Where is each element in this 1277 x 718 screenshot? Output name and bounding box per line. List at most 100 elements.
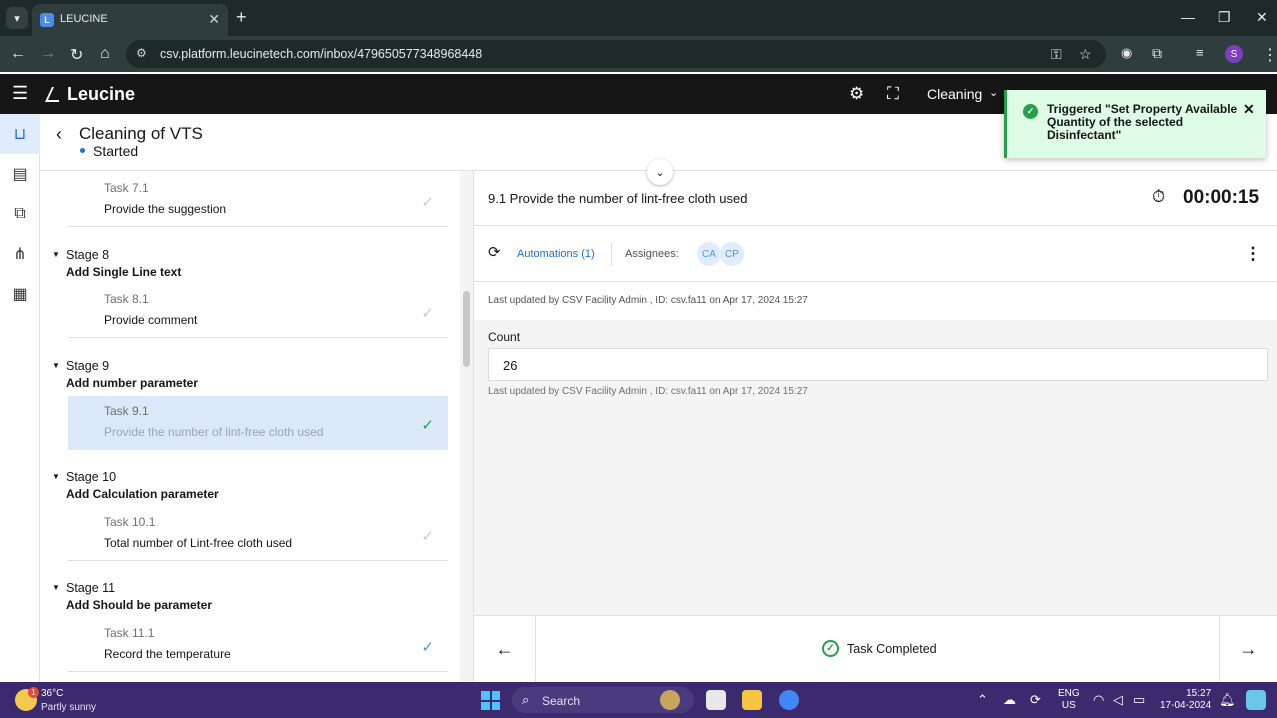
- task-item-8-1[interactable]: Task 8.1 Provide comment ✓: [68, 284, 448, 338]
- qr-scan-icon[interactable]: ⛶: [887, 84, 899, 104]
- leucine-favicon-icon: L: [40, 13, 54, 27]
- sync-icon[interactable]: ⟳: [1030, 692, 1041, 708]
- show-hidden-icons-chevron-icon[interactable]: ⌃: [977, 692, 988, 708]
- stage-header-9[interactable]: ▼ Stage 9 Add number parameter: [52, 359, 198, 390]
- password-key-icon[interactable]: ⚿: [1051, 46, 1062, 63]
- assignee-avatar[interactable]: CP: [720, 242, 744, 266]
- site-info-icon[interactable]: ⚙: [136, 46, 147, 60]
- stage-name: Stage 9: [66, 359, 110, 373]
- scrollbar-thumb[interactable]: [463, 291, 470, 367]
- camera-extension-icon[interactable]: ◉: [1121, 45, 1132, 61]
- calculator-icon[interactable]: ▦: [0, 274, 40, 314]
- task-name: Provide the suggestion: [104, 202, 227, 216]
- tab-search-icon[interactable]: ▾: [6, 7, 28, 29]
- weather-description: Partly sunny: [41, 702, 97, 713]
- stage-header-10[interactable]: ▼ Stage 10 Add Calculation parameter: [52, 470, 219, 501]
- left-nav-rail: ⊔ ▤ ⧉ ⋔ ▦: [0, 114, 40, 682]
- task-name: Provide comment: [104, 313, 198, 327]
- automations-link[interactable]: Automations (1): [517, 248, 595, 260]
- language-code: ENG: [1058, 688, 1080, 699]
- weather-temperature: 36°C: [41, 688, 64, 699]
- stage-list-scrollbar[interactable]: [460, 171, 474, 682]
- stage-title: Add Should be parameter: [66, 598, 213, 612]
- task-number: Task 8.1: [104, 292, 149, 306]
- media-control-icon[interactable]: ≡: [1196, 45, 1204, 60]
- stage-header-11[interactable]: ▼ Stage 11 Add Should be parameter: [52, 581, 213, 612]
- clock-date: 17-04-2024: [1160, 700, 1212, 711]
- back-arrow-icon[interactable]: ‹: [56, 124, 62, 145]
- checklist-icon[interactable]: ▤: [0, 154, 40, 194]
- hamburger-menu-icon[interactable]: ☰: [12, 83, 28, 104]
- file-explorer-window-icon[interactable]: [706, 690, 726, 710]
- stage-name: Stage 10: [66, 470, 117, 484]
- new-tab-icon[interactable]: +: [236, 7, 247, 28]
- task-item-7-1[interactable]: Task 7.1 Provide the suggestion ✓: [68, 173, 448, 227]
- status-dot: [80, 148, 85, 153]
- check-icon: ✓: [421, 417, 434, 434]
- check-icon: ✓: [421, 528, 434, 545]
- task-number: Task 9.1: [104, 404, 149, 418]
- chevron-down-icon[interactable]: ⌄: [989, 86, 998, 99]
- check-circle-icon: ✓: [822, 640, 839, 657]
- task-item-9-1[interactable]: Task 9.1 Provide the number of lint-free…: [68, 396, 448, 450]
- volume-icon[interactable]: ◁: [1113, 692, 1123, 708]
- previous-task-arrow-icon[interactable]: ←: [474, 616, 536, 683]
- stage-header-8[interactable]: ▼ Stage 8 Add Single Line text: [52, 248, 181, 279]
- count-input[interactable]: 26: [488, 348, 1268, 381]
- page-title: Cleaning of VTS: [79, 124, 203, 143]
- home-icon[interactable]: ⌂: [100, 45, 110, 63]
- forward-nav-icon[interactable]: →: [40, 45, 56, 63]
- minimize-icon[interactable]: —: [1181, 9, 1195, 25]
- back-nav-icon[interactable]: ←: [10, 45, 26, 63]
- maximize-icon[interactable]: ❐: [1218, 9, 1231, 26]
- system-clock[interactable]: 15:27 17-04-2024: [1160, 688, 1211, 712]
- copilot-icon[interactable]: [1246, 690, 1266, 710]
- window-close-icon[interactable]: ✕: [1256, 9, 1268, 26]
- process-flow-icon[interactable]: ⧉: [0, 194, 40, 234]
- next-task-arrow-icon[interactable]: →: [1219, 616, 1277, 683]
- chrome-icon[interactable]: [779, 690, 799, 710]
- success-toast: ✓ Triggered "Set Property Available Quan…: [1004, 90, 1266, 158]
- stopwatch-icon: ⏱: [1152, 187, 1166, 206]
- caret-down-icon[interactable]: ▼: [52, 472, 60, 481]
- more-options-icon[interactable]: ⋮: [1238, 239, 1268, 269]
- task-number: Task 10.1: [104, 515, 156, 529]
- caret-down-icon[interactable]: ▼: [52, 250, 60, 259]
- assignees-label: Assignees:: [625, 248, 679, 260]
- task-title: 9.1 Provide the number of lint-free clot…: [488, 191, 748, 206]
- language-indicator[interactable]: ENG US: [1058, 688, 1080, 712]
- browser-tab-bar: ▾ L LEUCINE ✕ + — ❐ ✕: [0, 0, 1277, 36]
- folder-icon[interactable]: [742, 690, 762, 710]
- reload-icon[interactable]: ↻: [70, 45, 83, 65]
- hierarchy-icon[interactable]: ⋔: [0, 234, 40, 274]
- profile-avatar[interactable]: S: [1225, 45, 1243, 63]
- task-item-10-1[interactable]: Task 10.1 Total number of Lint-free clot…: [68, 507, 448, 561]
- battery-icon[interactable]: ▭: [1133, 692, 1145, 708]
- caret-down-icon[interactable]: ▼: [52, 361, 60, 370]
- widgets-mascot-icon[interactable]: [660, 690, 680, 710]
- settings-gear-icon[interactable]: ⚙: [849, 84, 864, 104]
- browser-menu-icon[interactable]: ⋮: [1262, 45, 1277, 65]
- wifi-icon[interactable]: ◠: [1093, 692, 1104, 708]
- task-item-11-1[interactable]: Task 11.1 Record the temperature ✓: [68, 618, 448, 672]
- caret-down-icon[interactable]: ▼: [52, 583, 60, 592]
- brand-name: Leucine: [67, 84, 136, 104]
- tab-close-icon[interactable]: ✕: [208, 11, 220, 28]
- extensions-icon[interactable]: ⧉: [1152, 45, 1162, 62]
- url-field[interactable]: ⚙ csv.platform.leucinetech.com/inbox/479…: [126, 40, 1106, 68]
- windows-start-icon[interactable]: [481, 691, 500, 710]
- assignee-avatar[interactable]: CA: [697, 242, 721, 266]
- notification-bell-icon[interactable]: 🔔︎: [1219, 692, 1236, 708]
- task-footer: ← ✓ Task Completed →: [474, 615, 1277, 683]
- task-number: Task 7.1: [104, 181, 149, 195]
- browser-tab[interactable]: L LEUCINE ✕: [32, 4, 228, 36]
- url-text: csv.platform.leucinetech.com/inbox/47965…: [160, 47, 483, 61]
- facility-selector[interactable]: Cleaning: [927, 86, 982, 102]
- inbox-icon[interactable]: ⊔: [0, 114, 40, 154]
- cloud-icon[interactable]: ☁: [1003, 692, 1016, 708]
- task-timer: 00:00:15: [1183, 187, 1260, 208]
- toast-close-icon[interactable]: ✕: [1243, 101, 1255, 118]
- collapse-chevron-icon[interactable]: ⌄: [647, 159, 673, 185]
- bookmark-star-icon[interactable]: ☆: [1079, 46, 1092, 63]
- search-placeholder: Search: [542, 694, 581, 708]
